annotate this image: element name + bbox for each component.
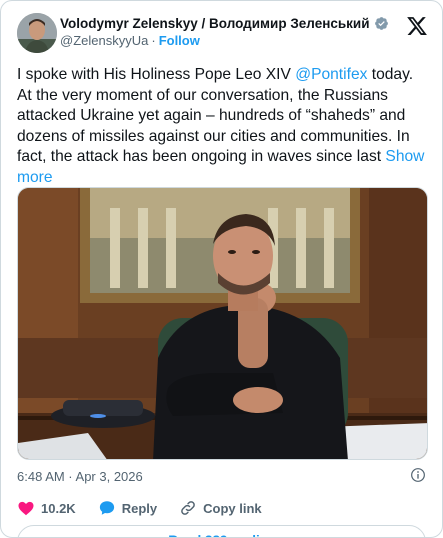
author-display-name[interactable]: Volodymyr Zelenskyy / Володимир Зеленськ… xyxy=(60,16,370,31)
copy-link-button[interactable]: Copy link xyxy=(179,499,262,517)
read-replies-button[interactable]: Read 389 replies xyxy=(17,525,426,537)
tweet-actions: 10.2K Reply Copy link xyxy=(17,497,426,519)
tweet-photo[interactable] xyxy=(17,187,428,460)
reply-button[interactable]: Reply xyxy=(98,499,157,517)
like-count: 10.2K xyxy=(41,500,76,516)
speech-bubble-icon xyxy=(99,501,114,515)
like-button[interactable]: 10.2K xyxy=(17,499,76,517)
copy-link-label: Copy link xyxy=(203,500,262,516)
tweet-text: I spoke with His Holiness Pope Leo XIV @… xyxy=(17,65,429,188)
tweet-timestamp[interactable]: 6:48 AM · Apr 3, 2026 xyxy=(17,469,143,484)
heart-icon xyxy=(18,501,34,516)
separator-dot: · xyxy=(151,33,156,48)
reply-label: Reply xyxy=(121,500,158,516)
mention-link[interactable]: @Pontifex xyxy=(295,66,367,83)
link-icon xyxy=(181,501,195,515)
author-info: Volodymyr Zelenskyy / Володимир Зеленськ… xyxy=(60,16,389,48)
author-handle[interactable]: @ZelenskyyUa xyxy=(60,33,148,48)
follow-button[interactable]: Follow xyxy=(159,33,200,48)
timestamp-row: 6:48 AM · Apr 3, 2026 xyxy=(17,467,426,485)
tweet-header: Volodymyr Zelenskyy / Володимир Зеленськ… xyxy=(17,13,430,53)
avatar[interactable] xyxy=(17,13,57,53)
verified-badge-icon xyxy=(374,17,388,30)
tweet-embed-card: Volodymyr Zelenskyy / Володимир Зеленськ… xyxy=(0,0,443,538)
x-logo-icon[interactable] xyxy=(406,15,428,37)
tweet-text-part-1: I spoke with His Holiness Pope Leo XIV xyxy=(17,66,296,83)
info-icon[interactable] xyxy=(410,467,426,483)
